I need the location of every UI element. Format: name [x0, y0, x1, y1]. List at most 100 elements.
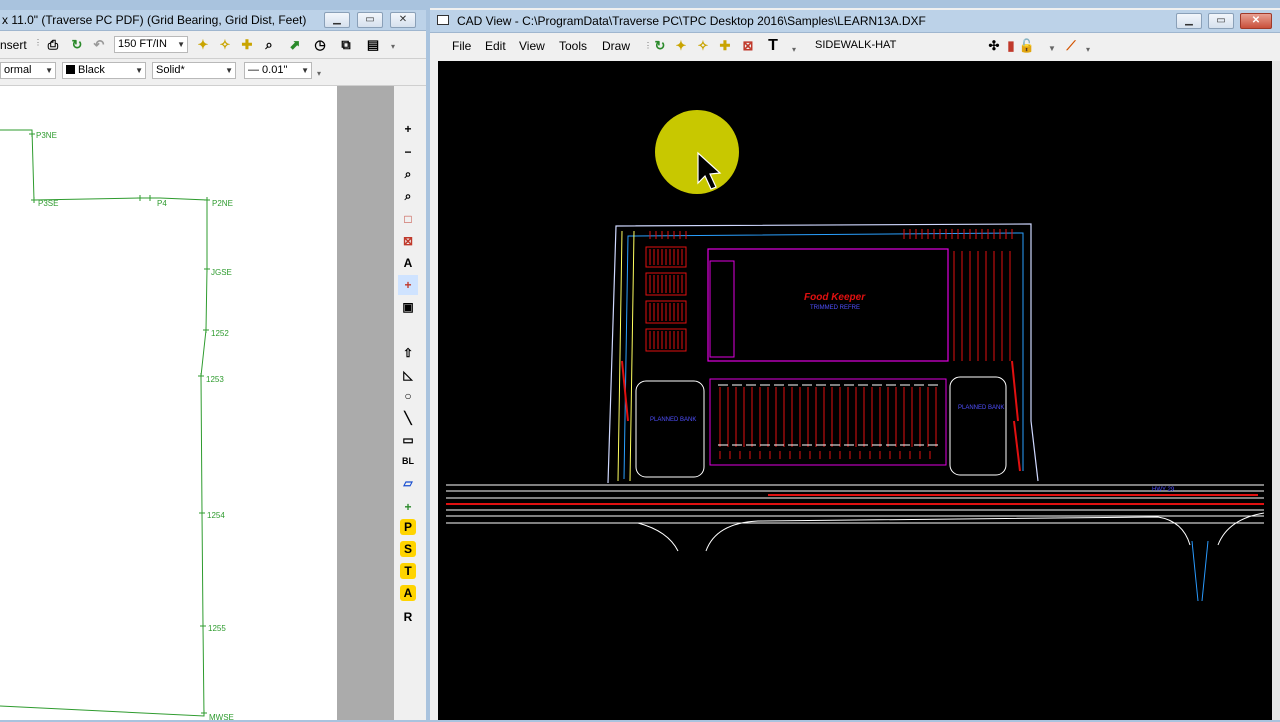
redraw-icon[interactable]: ↻: [651, 37, 669, 55]
pan-star-icon[interactable]: ✦: [672, 37, 690, 55]
point-label: P3SE: [38, 199, 59, 208]
zoom-all-icon[interactable]: ⊠: [398, 231, 418, 251]
outparcel-left: [635, 380, 705, 478]
menu-tools[interactable]: Tools: [559, 39, 587, 53]
zoom-out-icon[interactable]: −: [398, 142, 418, 162]
close-button[interactable]: ✕: [390, 12, 416, 28]
zoom-previous-icon[interactable]: ⌕: [398, 186, 418, 206]
layer-visibility-icon[interactable]: ✣: [985, 37, 1003, 55]
cad-minimize-button[interactable]: ▁: [1176, 13, 1202, 29]
road-label: HWY 29: [1152, 487, 1175, 493]
clock-icon[interactable]: ◷: [311, 36, 329, 54]
cad-canvas[interactable]: Food Keeper TRIMMED REFRE PLANNED BANK P…: [438, 61, 1272, 720]
cad-scrollbar[interactable]: [1272, 61, 1280, 720]
road-curve-left: [637, 522, 679, 552]
zoom-point-icon[interactable]: ✚: [238, 36, 256, 54]
zoom-extents-icon[interactable]: ⊠: [739, 37, 757, 55]
printer-icon[interactable]: ▣: [398, 297, 418, 317]
cursor-highlight: [655, 110, 739, 194]
t-tool-icon[interactable]: T: [400, 563, 416, 579]
p-tool-icon[interactable]: P: [400, 519, 416, 535]
side-road: [1191, 540, 1209, 602]
menu-edit[interactable]: Edit: [485, 39, 506, 53]
maximize-button[interactable]: ▭: [357, 12, 383, 28]
menu-file[interactable]: File: [452, 39, 471, 53]
undo-icon[interactable]: ↶: [90, 36, 108, 54]
toolbar-overflow-icon[interactable]: ▾: [391, 42, 395, 51]
add-point-icon[interactable]: +: [398, 497, 418, 517]
chevron-down-icon: ▼: [301, 66, 309, 75]
menu-draw[interactable]: Draw: [602, 39, 630, 53]
point-label: MWSE: [209, 713, 234, 722]
scale-select[interactable]: 150 FT/IN ▼: [114, 36, 188, 53]
pan-multi-icon[interactable]: ✧: [694, 37, 712, 55]
chevron-down-icon: ▼: [177, 40, 185, 49]
traverse-titlebar[interactable]: x 11.0" (Traverse PC PDF) (Grid Bearing,…: [0, 10, 426, 31]
store-annex: [709, 260, 735, 358]
a-tool-icon[interactable]: A: [400, 585, 416, 601]
traverse-window: x 11.0" (Traverse PC PDF) (Grid Bearing,…: [0, 0, 426, 722]
polygon-tool-icon[interactable]: ▱: [398, 473, 418, 493]
crosshair-icon[interactable]: +: [398, 275, 418, 295]
minimize-button[interactable]: ▁: [324, 12, 350, 28]
r-tool-icon[interactable]: R: [398, 607, 418, 627]
store-sub-label: TRIMMED REFRE: [810, 305, 860, 311]
pan-star-icon[interactable]: ✦: [194, 36, 212, 54]
rectangle-tool-icon[interactable]: ▭: [398, 430, 418, 450]
toolbar-overflow-icon[interactable]: ▾: [317, 69, 321, 78]
main-parking-stripes: [719, 387, 937, 459]
point-label: 1255: [208, 624, 226, 633]
line-tool-icon[interactable]: ╲: [398, 408, 418, 428]
magnifier-icon[interactable]: ⌕: [260, 36, 278, 54]
mode-value: ormal: [4, 64, 32, 76]
layers-icon[interactable]: ⧉: [337, 36, 355, 54]
cad-window-title: CAD View - C:\ProgramData\Traverse PC\TP…: [457, 14, 926, 28]
text-icon[interactable]: T: [764, 37, 782, 55]
zoom-point-icon[interactable]: ✚: [716, 37, 734, 55]
redraw-icon[interactable]: ↻: [68, 36, 86, 54]
lineweight-select[interactable]: — 0.01" ▼: [244, 62, 312, 79]
cad-window: CAD View - C:\ProgramData\Traverse PC\TP…: [430, 8, 1280, 720]
text-tool-icon[interactable]: A: [398, 253, 418, 273]
traverse-top-strip: [0, 0, 426, 10]
triangle-icon[interactable]: ◺: [398, 365, 418, 385]
s-tool-icon[interactable]: S: [400, 541, 416, 557]
traverse-lines: [0, 129, 210, 717]
cad-maximize-button[interactable]: ▭: [1208, 13, 1234, 29]
export-icon[interactable]: ⬈: [286, 36, 304, 54]
mode-select[interactable]: ormal ▼: [0, 62, 56, 79]
traverse-drawing-area[interactable]: P3NE P3SE P4 P2NE JGSE 1252 1253 1254 12…: [0, 86, 337, 722]
cad-window-icon: [437, 15, 449, 25]
layer-select[interactable]: SIDEWALK-HAT: [812, 38, 988, 55]
chevron-down-icon[interactable]: ▼: [1048, 44, 1056, 53]
lock-icon[interactable]: 🔓: [1018, 37, 1036, 55]
insert-menu[interactable]: nsert: [0, 38, 27, 52]
road-curve-mid: [705, 516, 1191, 552]
store-name-label: Food Keeper: [804, 292, 866, 303]
outparcel-right-label: PLANNED BANK: [958, 405, 1005, 411]
printer-traverse-icon[interactable]: ⎙: [44, 36, 62, 54]
zoom-extents-icon[interactable]: □: [398, 209, 418, 229]
circle-tool-icon[interactable]: ○: [398, 386, 418, 406]
bl-tool-icon[interactable]: BL: [398, 451, 418, 471]
toolbar-overflow-icon[interactable]: ▾: [792, 45, 796, 54]
arrow-up-icon[interactable]: ⇧: [398, 343, 418, 363]
menu-view[interactable]: View: [519, 39, 545, 53]
layer-properties-icon[interactable]: ⟋: [1062, 37, 1080, 55]
toolbar-grip: ⋮: [644, 41, 652, 50]
chevron-down-icon: ▼: [225, 66, 233, 75]
zoom-window-icon[interactable]: ⌕: [398, 164, 418, 184]
cad-titlebar[interactable]: CAD View - C:\ProgramData\Traverse PC\TP…: [430, 10, 1280, 33]
toolbar-overflow-icon[interactable]: ▾: [1086, 45, 1090, 54]
print-preview-icon[interactable]: ▤: [364, 36, 382, 54]
zoom-in-icon[interactable]: +: [398, 119, 418, 139]
pan-multi-icon[interactable]: ✧: [216, 36, 234, 54]
color-select[interactable]: Black ▼: [62, 62, 146, 79]
traverse-toolbar-1: nsert ⋮ ⎙ ↻ ↶ 150 FT/IN ▼ ✦ ✧ ✚ ⌕ ⬈ ◷ ⧉ …: [0, 32, 426, 59]
linetype-value: Solid*: [156, 64, 185, 76]
scale-value: 150 FT/IN: [118, 38, 167, 50]
outparcel-left-label: PLANNED BANK: [650, 417, 697, 423]
linetype-select[interactable]: Solid* ▼: [152, 62, 236, 79]
site-plan-drawing: [446, 110, 1265, 602]
cad-close-button[interactable]: ✕: [1240, 13, 1272, 29]
